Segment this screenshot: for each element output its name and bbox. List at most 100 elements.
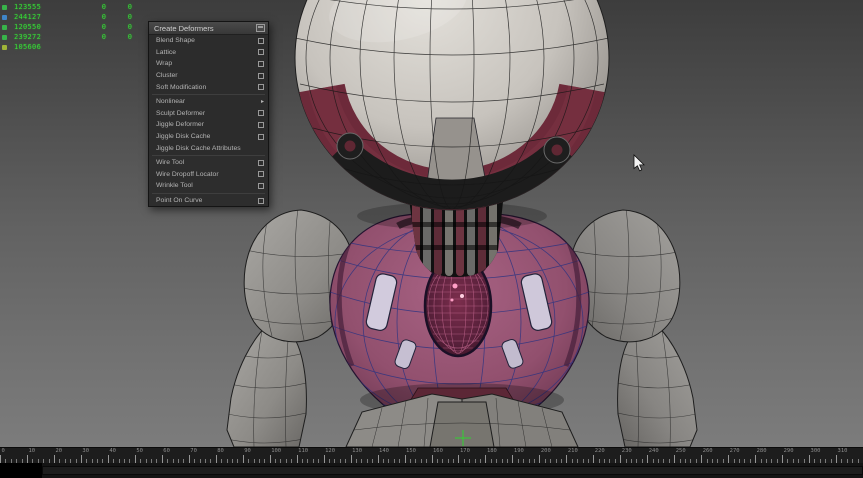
mouse-cursor <box>634 155 644 171</box>
range-slider[interactable] <box>0 463 863 478</box>
menu-item-jiggle-deformer[interactable]: Jiggle Deformer <box>149 119 268 131</box>
timeline-tick <box>432 455 433 463</box>
hud-value: 120550 <box>14 22 62 32</box>
time-slider-ruler[interactable]: 0102030405060708090100110120130140150160… <box>0 448 863 463</box>
timeline-tick-label: 260 <box>703 448 713 454</box>
timeline-tick-label: 310 <box>838 448 848 454</box>
timeline-tick <box>189 455 190 463</box>
range-slider-handle[interactable] <box>0 463 42 478</box>
time-slider[interactable]: 0102030405060708090100110120130140150160… <box>0 447 863 463</box>
menu-item-label: Jiggle Disk Cache Attributes <box>156 145 241 152</box>
timeline-tick <box>620 455 621 463</box>
timeline-tick <box>216 455 217 463</box>
robot-arm-right[interactable] <box>614 324 704 447</box>
menu-tearoff-icon[interactable] <box>256 24 265 32</box>
menu-item-jiggle-disk-cache-attributes[interactable]: Jiggle Disk Cache Attributes <box>149 142 268 154</box>
menu-item-wire-tool[interactable]: Wire Tool <box>149 157 268 169</box>
head-ear-left <box>337 133 363 159</box>
timeline-tick <box>243 455 244 463</box>
option-box-icon[interactable] <box>258 61 264 67</box>
timeline-tick-label: 190 <box>514 448 524 454</box>
hud-value: 123555 <box>14 2 62 12</box>
timeline-tick-label: 10 <box>28 448 35 454</box>
timeline-tick <box>836 455 837 463</box>
timeline-tick-label: 100 <box>271 448 281 454</box>
menu-item-blend-shape[interactable]: Blend Shape <box>149 35 268 47</box>
menu-item-point-on-curve[interactable]: Point On Curve <box>149 195 268 207</box>
menu-item-label: Sculpt Deformer <box>156 110 205 117</box>
option-box-icon[interactable] <box>258 73 264 79</box>
menu-item-label: Wire Tool <box>156 159 184 166</box>
hud-row: 24412700 <box>2 12 132 22</box>
menu-title-bar[interactable]: Create Deformers <box>149 22 268 35</box>
option-box-icon[interactable] <box>258 171 264 177</box>
timeline-tick-label: 210 <box>568 448 578 454</box>
menu-item-cluster[interactable]: Cluster <box>149 70 268 82</box>
timeline-tick-label: 120 <box>325 448 335 454</box>
menu-item-label: Point On Curve <box>156 197 202 204</box>
menu-item-sculpt-deformer[interactable]: Sculpt Deformer <box>149 108 268 120</box>
option-box-icon[interactable] <box>258 84 264 90</box>
maya-application-window: 12355500244127001205500023927200105606 C… <box>0 0 863 478</box>
option-box-icon[interactable] <box>258 134 264 140</box>
hud-value: 0 <box>62 22 106 32</box>
menu-item-wire-dropoff-locator[interactable]: Wire Dropoff Locator <box>149 169 268 181</box>
timeline-tick-label: 200 <box>541 448 551 454</box>
timeline-tick-label: 240 <box>649 448 659 454</box>
robot-head[interactable] <box>295 0 609 210</box>
option-box-icon[interactable] <box>258 110 264 116</box>
hud-value: 0 <box>106 22 132 32</box>
hud-row: 105606 <box>2 42 132 52</box>
timeline-tick-label: 80 <box>217 448 224 454</box>
timeline-tick <box>81 455 82 463</box>
option-box-icon[interactable] <box>258 49 264 55</box>
timeline-tick <box>593 455 594 463</box>
timeline-tick <box>809 455 810 463</box>
timeline-tick-label: 140 <box>379 448 389 454</box>
timeline-tick-label: 230 <box>622 448 632 454</box>
hud-value: 0 <box>62 12 106 22</box>
menu-item-label: Cluster <box>156 72 178 79</box>
menu-item-jiggle-disk-cache[interactable]: Jiggle Disk Cache <box>149 131 268 143</box>
robot-arm-left[interactable] <box>220 324 310 447</box>
hud-row-marker-icon <box>2 5 7 10</box>
menu-item-label: Wrap <box>156 60 172 67</box>
timeline-tick <box>135 455 136 463</box>
timeline-tick-label: 0 <box>2 448 5 454</box>
menu-item-wrap[interactable]: Wrap <box>149 58 268 70</box>
timeline-tick <box>566 455 567 463</box>
hud-value: 0 <box>106 32 132 42</box>
viewport-3d[interactable]: 12355500244127001205500023927200105606 C… <box>0 0 863 447</box>
option-box-icon[interactable] <box>258 160 264 166</box>
hud-value: 105606 <box>14 42 62 52</box>
robot-pelvis[interactable] <box>346 383 578 447</box>
hud-value: 0 <box>106 2 132 12</box>
hud-row-marker-icon <box>2 25 7 30</box>
timeline-tick-label: 50 <box>136 448 143 454</box>
menu-item-nonlinear[interactable]: Nonlinear▸ <box>149 96 268 108</box>
timeline-tick-label: 70 <box>190 448 197 454</box>
menu-item-soft-modification[interactable]: Soft Modification <box>149 81 268 93</box>
hud-row: 12055000 <box>2 22 132 32</box>
timeline-tick <box>512 455 513 463</box>
menu-item-wrinkle-tool[interactable]: Wrinkle Tool <box>149 180 268 192</box>
option-box-icon[interactable] <box>258 198 264 204</box>
timeline-tick <box>351 455 352 463</box>
option-box-icon[interactable] <box>258 183 264 189</box>
robot-model-canvas[interactable] <box>0 0 863 447</box>
hud-value: 0 <box>62 32 106 42</box>
menu-item-label: Wrinkle Tool <box>156 182 193 189</box>
timeline-tick-label: 20 <box>55 448 62 454</box>
hud-value: 244127 <box>14 12 62 22</box>
menu-item-lattice[interactable]: Lattice <box>149 47 268 59</box>
timeline-tick-label: 300 <box>811 448 821 454</box>
option-box-icon[interactable] <box>258 122 264 128</box>
hud-value: 239272 <box>14 32 62 42</box>
menu-item-label: Wire Dropoff Locator <box>156 171 219 178</box>
timeline-tick <box>539 455 540 463</box>
menu-item-label: Jiggle Deformer <box>156 121 204 128</box>
range-slider-track[interactable] <box>42 466 863 475</box>
option-box-icon[interactable] <box>258 38 264 44</box>
timeline-tick <box>27 455 28 463</box>
menu-separator <box>152 193 265 194</box>
